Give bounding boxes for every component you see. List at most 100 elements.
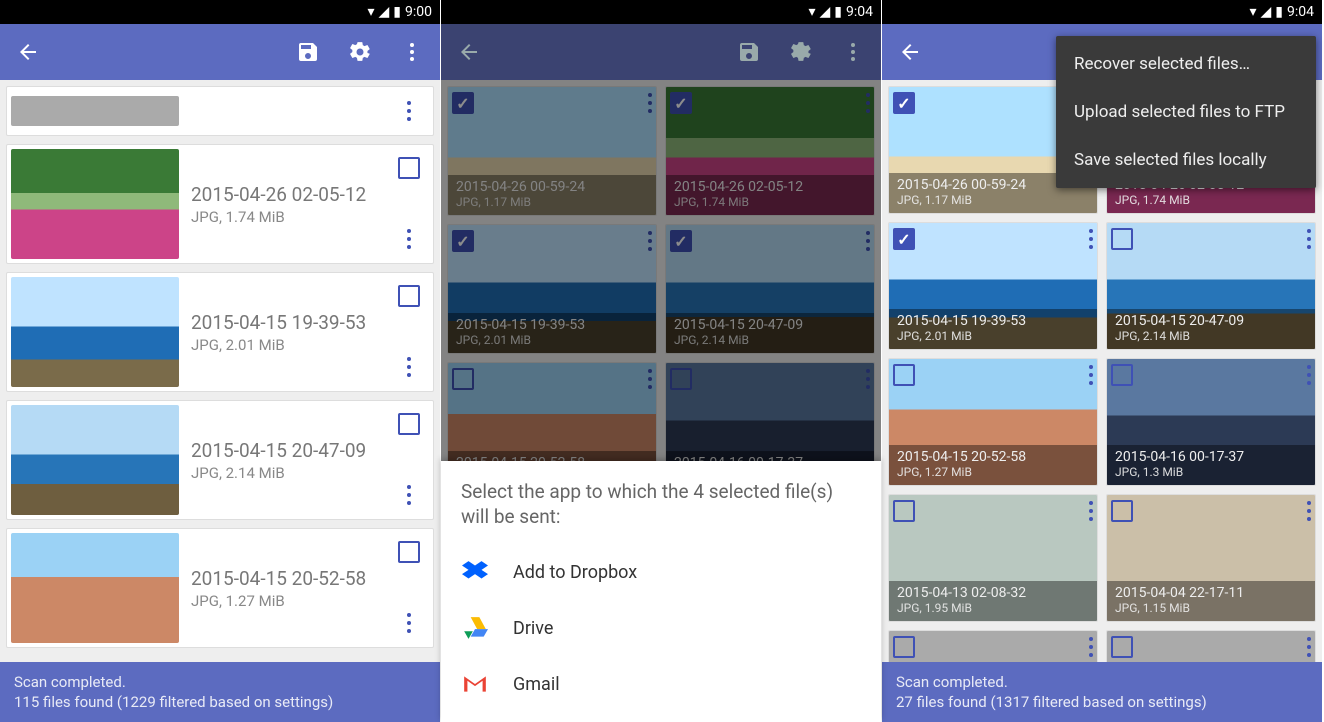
select-checkbox[interactable] (893, 92, 915, 114)
overflow-button[interactable] (392, 32, 432, 72)
status-footer: Scan completed. 115 files found (1229 fi… (0, 662, 440, 722)
back-button[interactable] (890, 32, 930, 72)
gear-icon (348, 40, 372, 64)
select-checkbox[interactable] (1111, 364, 1133, 386)
item-overflow-button[interactable] (1089, 635, 1093, 659)
share-option-label: Drive (513, 618, 553, 639)
select-checkbox[interactable] (1111, 500, 1133, 522)
share-sheet: Select the app to which the 4 selected f… (441, 461, 881, 722)
grid-tile[interactable]: 2015-04-13 02-08-32 JPG, 1.95 MiB (888, 494, 1098, 622)
back-button[interactable] (449, 32, 489, 72)
grid-tile[interactable]: 2015-04-15 20-47-09 JPG, 2.14 MiB (665, 224, 875, 354)
item-overflow-button[interactable] (648, 91, 652, 115)
item-overflow-button[interactable] (648, 229, 652, 253)
status-time: 9:04 (846, 4, 873, 20)
menu-item[interactable]: Save selected files locally (1056, 136, 1316, 184)
grid-tile[interactable]: 2015-04-15 20-52-58 JPG, 1.27 MiB (888, 358, 1098, 486)
menu-item[interactable]: Recover selected files… (1056, 40, 1316, 88)
status-time: 9:00 (405, 4, 432, 20)
select-checkbox[interactable] (398, 413, 420, 435)
item-overflow-button[interactable] (407, 355, 411, 379)
item-overflow-button[interactable] (1307, 227, 1311, 251)
file-name: 2015-04-04 22-17-11 (1115, 585, 1307, 601)
item-overflow-button[interactable] (407, 227, 411, 251)
select-checkbox[interactable] (893, 636, 915, 658)
app-bar (441, 24, 881, 80)
footer-line1: Scan completed. (14, 672, 426, 692)
item-overflow-button[interactable] (407, 611, 411, 635)
drive-icon (461, 614, 489, 642)
select-checkbox[interactable] (670, 92, 692, 114)
file-name: 2015-04-15 20-47-09 (191, 439, 377, 462)
share-option-gmail[interactable]: Gmail (461, 656, 861, 712)
grid-tile[interactable]: 2015-04-15 19-39-53 JPG, 2.01 MiB (447, 224, 657, 354)
select-checkbox[interactable] (398, 541, 420, 563)
signal-icon: ◢ (820, 4, 831, 20)
share-option-dropbox[interactable]: Add to Dropbox (461, 544, 861, 600)
file-list[interactable]: 2015-04-26 02-05-12 JPG, 1.74 MiB 2015-0… (0, 80, 440, 722)
footer-line1: Scan completed. (896, 672, 1308, 692)
grid-tile[interactable]: 2015-04-26 02-05-12 JPG, 1.74 MiB (665, 86, 875, 216)
tile-caption: 2015-04-13 02-08-32 JPG, 1.95 MiB (889, 581, 1097, 621)
item-overflow-button[interactable] (1089, 363, 1093, 387)
tile-caption: 2015-04-15 20-47-09 JPG, 2.14 MiB (1107, 309, 1315, 349)
status-time: 9:04 (1287, 4, 1314, 20)
list-item[interactable]: 2015-04-26 02-05-12 JPG, 1.74 MiB (6, 144, 434, 264)
item-overflow-button[interactable] (1307, 499, 1311, 523)
arrow-back-icon (16, 40, 40, 64)
save-button[interactable] (729, 32, 769, 72)
footer-line2: 115 files found (1229 filtered based on … (14, 692, 426, 712)
select-checkbox[interactable] (893, 228, 915, 250)
item-overflow-button[interactable] (1089, 227, 1093, 251)
item-overflow-button[interactable] (407, 99, 411, 123)
grid-tile[interactable]: 2015-04-15 19-39-53 JPG, 2.01 MiB (888, 222, 1098, 350)
list-item[interactable]: 2015-04-15 20-47-09 JPG, 2.14 MiB (6, 400, 434, 520)
select-checkbox[interactable] (893, 364, 915, 386)
select-checkbox[interactable] (1111, 228, 1133, 250)
list-item[interactable] (6, 86, 434, 136)
item-overflow-button[interactable] (866, 367, 870, 391)
tile-caption: 2015-04-15 19-39-53 JPG, 2.01 MiB (448, 313, 656, 353)
grid-tile[interactable]: 2015-04-04 22-17-11 JPG, 1.15 MiB (1106, 494, 1316, 622)
file-name: 2015-04-15 19-39-53 (191, 311, 377, 334)
select-checkbox[interactable] (398, 157, 420, 179)
save-icon (296, 40, 320, 64)
save-button[interactable] (288, 32, 328, 72)
grid-tile[interactable]: 2015-04-26 00-59-24 JPG, 1.17 MiB (447, 86, 657, 216)
menu-item[interactable]: Upload selected files to FTP (1056, 88, 1316, 136)
select-checkbox[interactable] (398, 285, 420, 307)
select-checkbox[interactable] (452, 92, 474, 114)
item-overflow-button[interactable] (1307, 363, 1311, 387)
item-overflow-button[interactable] (866, 91, 870, 115)
item-overflow-button[interactable] (407, 483, 411, 507)
share-sheet-title: Select the app to which the 4 selected f… (461, 479, 861, 530)
item-overflow-button[interactable] (1089, 499, 1093, 523)
back-button[interactable] (8, 32, 48, 72)
select-checkbox[interactable] (893, 500, 915, 522)
file-name: 2015-04-15 20-47-09 (674, 317, 866, 333)
select-checkbox[interactable] (452, 368, 474, 390)
select-checkbox[interactable] (670, 368, 692, 390)
overflow-button[interactable] (833, 32, 873, 72)
grid-tile[interactable]: 2015-04-15 20-47-09 JPG, 2.14 MiB (1106, 222, 1316, 350)
file-meta: JPG, 2.01 MiB (897, 329, 1089, 343)
settings-button[interactable] (340, 32, 380, 72)
select-checkbox[interactable] (670, 230, 692, 252)
item-overflow-button[interactable] (1307, 635, 1311, 659)
item-overflow-button[interactable] (866, 229, 870, 253)
wifi-icon: ▾ (367, 4, 374, 20)
item-overflow-button[interactable] (648, 367, 652, 391)
arrow-back-icon (898, 40, 922, 64)
settings-button[interactable] (781, 32, 821, 72)
file-meta: JPG, 1.27 MiB (191, 592, 377, 610)
share-option-drive[interactable]: Drive (461, 600, 861, 656)
signal-icon: ◢ (379, 4, 390, 20)
list-item[interactable]: 2015-04-15 20-52-58 JPG, 1.27 MiB (6, 528, 434, 648)
list-item[interactable]: 2015-04-15 19-39-53 JPG, 2.01 MiB (6, 272, 434, 392)
select-checkbox[interactable] (1111, 636, 1133, 658)
gmail-icon (461, 670, 489, 698)
file-name: 2015-04-26 02-05-12 (674, 179, 866, 195)
select-checkbox[interactable] (452, 230, 474, 252)
tile-caption: 2015-04-15 19-39-53 JPG, 2.01 MiB (889, 309, 1097, 349)
grid-tile[interactable]: 2015-04-16 00-17-37 JPG, 1.3 MiB (1106, 358, 1316, 486)
